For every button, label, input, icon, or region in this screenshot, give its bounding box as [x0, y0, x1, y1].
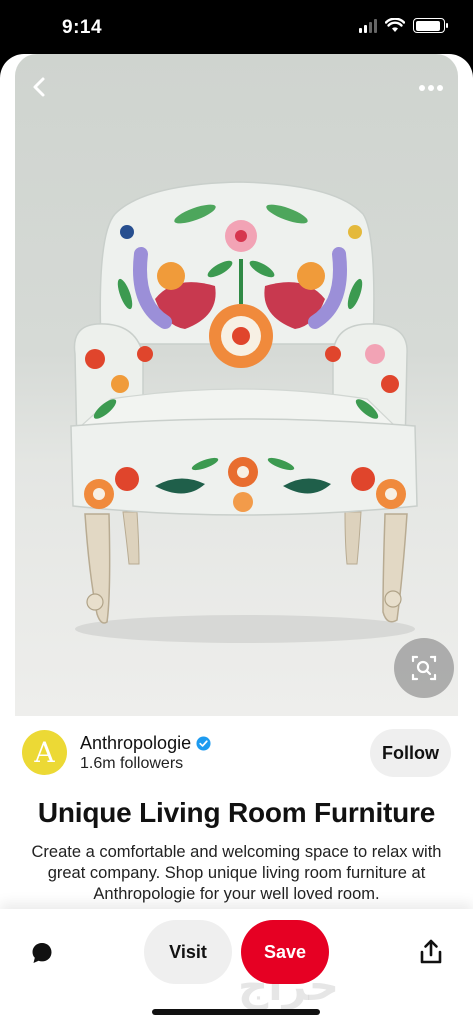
more-dots-icon[interactable] [416, 78, 446, 98]
action-bar: حراج Visit Save [0, 909, 473, 1024]
home-indicator [152, 1009, 320, 1015]
battery-level [415, 20, 440, 31]
battery-icon [413, 18, 448, 33]
status-time: 9:14 [62, 17, 103, 38]
author-row: A Anthropologie 1.6m followers Follow [0, 722, 473, 786]
pin-sheet: A Anthropologie 1.6m followers Follow Un… [0, 54, 473, 1024]
share-icon[interactable] [419, 939, 443, 965]
status-icons [359, 18, 448, 33]
visit-button[interactable]: Visit [144, 920, 232, 984]
status-bar: 9:14 [0, 0, 473, 56]
cellular-signal-icon [359, 18, 377, 33]
pin-title: Unique Living Room Furniture [37, 797, 436, 828]
follow-button[interactable]: Follow [370, 729, 451, 777]
author-name[interactable]: Anthropologie [80, 733, 211, 754]
armchair-image [70, 181, 418, 643]
visual-search-button[interactable] [394, 638, 454, 698]
pin-description: Create a comfortable and welcoming space… [31, 843, 442, 903]
verified-badge-icon [196, 736, 211, 751]
visual-search-icon [411, 655, 437, 681]
author-name-label: Anthropologie [80, 733, 192, 753]
wifi-icon [385, 18, 405, 32]
chevron-left-icon[interactable] [25, 72, 55, 102]
avatar[interactable]: A [22, 730, 67, 775]
save-button[interactable]: Save [241, 920, 329, 984]
pin-image[interactable] [15, 54, 458, 716]
comment-bubble-icon[interactable] [30, 941, 54, 965]
followers-count: 1.6m followers [80, 755, 184, 772]
